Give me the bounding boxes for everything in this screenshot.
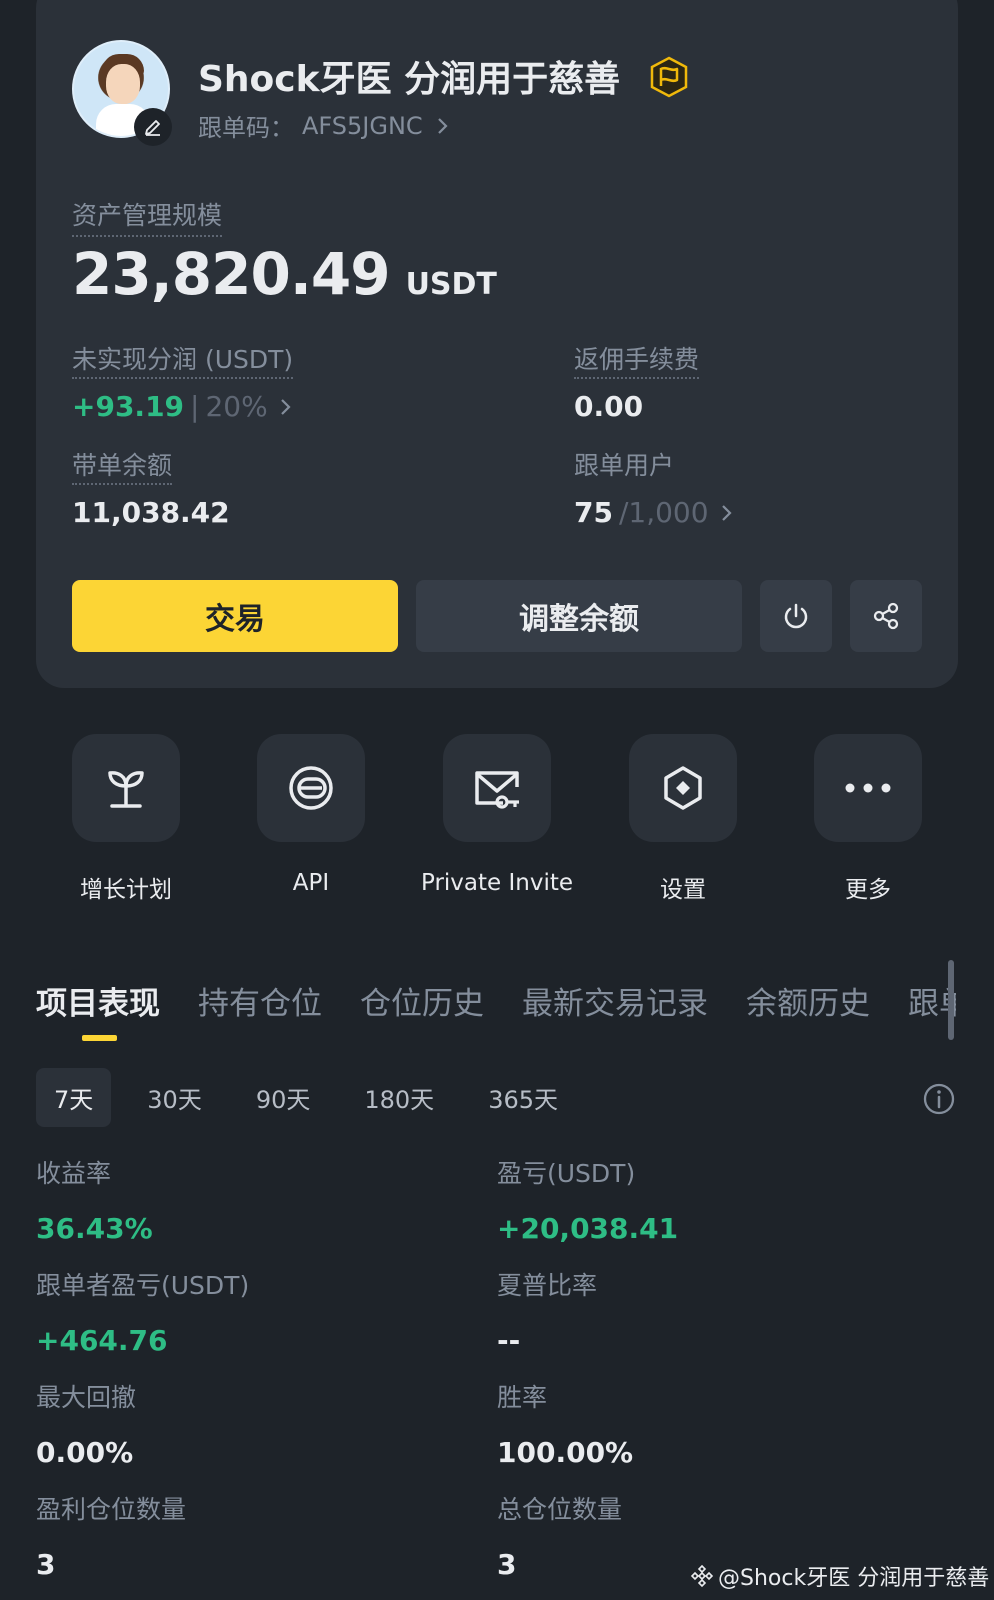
tab-latest-trades[interactable]: 最新交易记录 [522, 978, 708, 1038]
metric-value: -- [497, 1324, 521, 1357]
trade-button[interactable]: 交易 [72, 580, 398, 652]
followers-label: 跟单用户 [574, 451, 675, 480]
info-icon[interactable] [922, 1082, 956, 1116]
metric-label: 总仓位数量 [497, 1495, 623, 1524]
api-icon [257, 734, 365, 842]
aum-label[interactable]: 资产管理规模 [72, 196, 223, 237]
period-7d[interactable]: 7天 [36, 1068, 112, 1127]
followers-max: /1,000 [618, 496, 709, 529]
period-365d[interactable]: 365天 [470, 1068, 576, 1127]
metric-copier-pnl: 跟单者盈亏(USDT) +464.76 [36, 1266, 249, 1357]
private-invite-icon [443, 734, 551, 842]
metric-max-drawdown: 最大回撤 0.00% [36, 1378, 136, 1469]
power-icon [784, 603, 808, 629]
tab-positions[interactable]: 持有仓位 [198, 978, 322, 1038]
aum-value-row: 23,820.49 USDT [72, 240, 497, 308]
power-button[interactable] [760, 580, 832, 652]
unrealized-percent: 20% [205, 390, 268, 423]
quick-action-label: Private Invite [420, 870, 574, 896]
edit-avatar-icon[interactable] [134, 108, 172, 146]
rebate-value: 0.00 [574, 390, 644, 423]
metric-value: 3 [36, 1548, 56, 1581]
quick-action-label: 更多 [845, 877, 891, 903]
chevron-right-icon [280, 398, 291, 415]
copy-code-row[interactable]: 跟单码： AFS5JGNC [198, 108, 453, 143]
aum-unit: USDT [405, 267, 497, 302]
rebate-fee: 返佣手续费 0.00 [574, 340, 700, 423]
metric-value: 100.00% [497, 1436, 634, 1469]
chevron-right-icon [721, 504, 732, 521]
metric-value: 0.00% [36, 1436, 134, 1469]
metric-value: +464.76 [36, 1324, 168, 1357]
unrealized-profit-share: 未实现分润 (USDT) +93.19 | 20% [72, 340, 296, 423]
metric-label: 收益率 [36, 1159, 112, 1188]
quick-action-more[interactable]: 更多 [814, 734, 922, 904]
metric-label: 盈利仓位数量 [36, 1495, 187, 1524]
metric-label: 跟单者盈亏(USDT) [36, 1271, 250, 1300]
metric-roi: 收益率 36.43% [36, 1154, 153, 1245]
more-icon [814, 734, 922, 842]
metric-pnl: 盈亏(USDT) +20,038.41 [497, 1154, 678, 1245]
metric-total-positions: 总仓位数量 3 [497, 1490, 622, 1581]
metric-label: 最大回撤 [36, 1383, 137, 1412]
balance-value: 11,038.42 [72, 496, 230, 529]
share-button[interactable] [850, 580, 922, 652]
unrealized-sep: | [190, 390, 200, 423]
tab-balance-history[interactable]: 余额历史 [746, 978, 870, 1038]
metric-value: 3 [497, 1548, 517, 1581]
quick-action-private-invite[interactable]: Private Invite [421, 734, 573, 896]
section-tabs: 项目表现 持有仓位 仓位历史 最新交易记录 余额历史 跟单 [36, 978, 956, 1038]
unrealized-label[interactable]: 未实现分润 (USDT) [72, 345, 294, 379]
copy-code-value: AFS5JGNC [302, 111, 423, 140]
active-tab-indicator [82, 1035, 117, 1041]
adjust-balance-button[interactable]: 调整余额 [416, 580, 742, 652]
tab-performance[interactable]: 项目表现 [36, 978, 160, 1038]
metric-label: 胜率 [497, 1383, 548, 1412]
quick-action-growth-plan[interactable]: 增长计划 [72, 734, 180, 904]
quick-action-label: API [292, 870, 330, 896]
balance-label[interactable]: 带单余额 [72, 451, 173, 485]
quick-action-api[interactable]: API [257, 734, 365, 896]
copy-users: 跟单用户 75 /1,000 [574, 446, 737, 529]
quick-action-label: 增长计划 [80, 877, 172, 903]
followers-value-row[interactable]: 75 /1,000 [574, 496, 737, 529]
metric-label: 夏普比率 [497, 1271, 598, 1300]
aum-value: 23,820.49 [72, 240, 391, 308]
lead-trader-name: Shock牙医 分润用于慈善 [198, 59, 621, 100]
period-selector: 7天 30天 90天 180天 365天 [36, 1068, 576, 1127]
tab-position-history[interactable]: 仓位历史 [360, 978, 484, 1038]
metric-value: 36.43% [36, 1212, 153, 1245]
unrealized-value: +93.19 [72, 390, 185, 423]
binance-logo-icon [690, 1564, 714, 1588]
tabs-scrollbar[interactable] [948, 960, 954, 1040]
period-90d[interactable]: 90天 [238, 1068, 329, 1127]
metric-label: 盈亏(USDT) [497, 1159, 636, 1188]
watermark-text: @Shock牙医 分润用于慈善 [718, 1566, 990, 1591]
chevron-right-icon [437, 117, 448, 134]
watermark: @Shock牙医 分润用于慈善 [690, 1560, 989, 1592]
quick-action-label: 设置 [660, 877, 706, 903]
rebate-label[interactable]: 返佣手续费 [574, 345, 700, 379]
copy-code-label: 跟单码： [198, 114, 294, 142]
lead-balance: 带单余额 11,038.42 [72, 446, 230, 529]
sprout-icon [72, 734, 180, 842]
period-30d[interactable]: 30天 [129, 1068, 220, 1127]
period-180d[interactable]: 180天 [346, 1068, 452, 1127]
followers-value: 75 [574, 496, 613, 529]
quick-action-settings[interactable]: 设置 [629, 734, 737, 904]
metric-value: +20,038.41 [497, 1212, 679, 1245]
metric-sharpe: 夏普比率 -- [497, 1266, 597, 1357]
metric-win-positions: 盈利仓位数量 3 [36, 1490, 186, 1581]
settings-icon [629, 734, 737, 842]
share-icon [873, 602, 899, 630]
medal-icon [648, 56, 690, 98]
unrealized-value-row[interactable]: +93.19 | 20% [72, 390, 296, 423]
metric-win-rate: 胜率 100.00% [497, 1378, 633, 1469]
